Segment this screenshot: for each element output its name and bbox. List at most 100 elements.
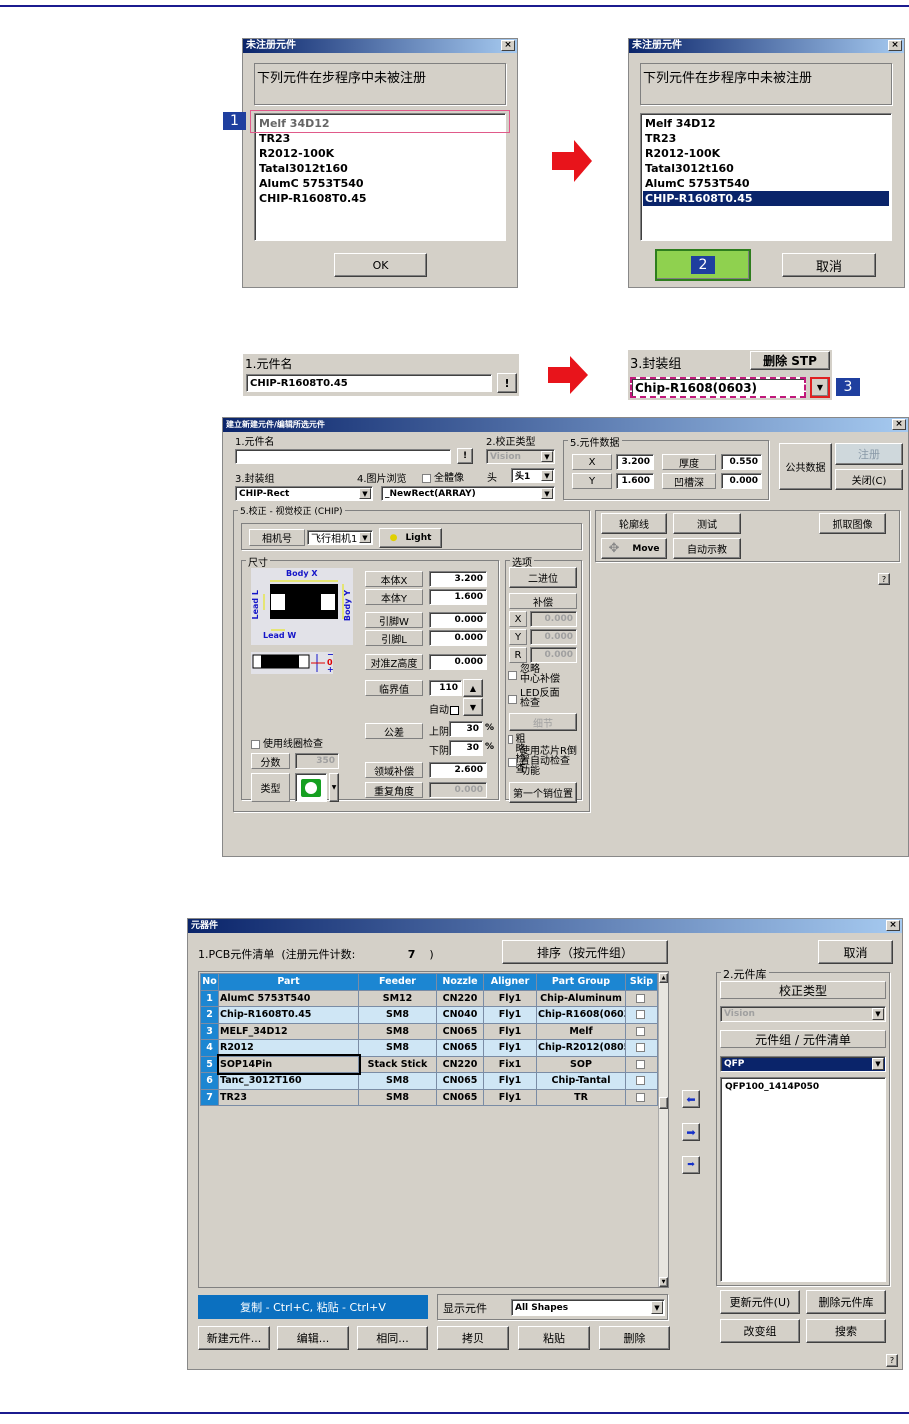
align-type-select[interactable]: Vision ▼	[486, 449, 555, 464]
table-cell[interactable]: Fly1	[483, 1022, 537, 1040]
skip-cell[interactable]	[625, 1072, 658, 1090]
table-cell[interactable]: Stack Stick	[358, 1055, 437, 1073]
skip-checkbox[interactable]	[635, 1076, 645, 1086]
list-item[interactable]: AlumC 5753T540	[257, 176, 503, 191]
search-button[interactable]: 搜索	[806, 1319, 886, 1343]
skip-checkbox[interactable]	[635, 1043, 645, 1053]
change-group-button[interactable]: 改变组	[720, 1319, 800, 1343]
table-row[interactable]: 2 Chip-R1608T0.45 SM8 CN040 Fly1 Chip-R1608(0…	[200, 1006, 658, 1024]
table-cell[interactable]: SM8	[358, 1088, 437, 1106]
dropdown-arrow-icon[interactable]: ▼	[810, 377, 830, 398]
table-cell[interactable]: CN065	[436, 1039, 484, 1057]
list-item[interactable]: CHIP-R1608T0.45	[257, 191, 503, 206]
delete-library-button[interactable]: 删除元件库	[806, 1290, 886, 1314]
picture-select[interactable]: _NewRect(ARRAY) ▼	[381, 486, 555, 501]
double-arrow-right-icon[interactable]: ➡	[682, 1156, 700, 1174]
y-input[interactable]: 1.600	[616, 473, 654, 489]
repeat-angle-input[interactable]: 0.000	[429, 782, 487, 798]
table-cell[interactable]: SM8	[358, 1039, 437, 1057]
table-cell[interactable]: CN040	[436, 1006, 484, 1024]
outline-button[interactable]: 轮廓线	[601, 513, 667, 534]
update-part-button[interactable]: 更新元件(U)	[720, 1290, 800, 1314]
part-name-input[interactable]	[235, 449, 451, 464]
thickness-input[interactable]: 0.550	[721, 454, 762, 470]
table-cell[interactable]: 7	[200, 1088, 219, 1106]
check-button[interactable]: !	[497, 373, 517, 393]
skip-checkbox[interactable]	[635, 993, 645, 1003]
list-item[interactable]: R2012-100K	[643, 146, 889, 161]
column-header[interactable]: Feeder	[358, 973, 437, 991]
light-button[interactable]: ● Light	[379, 528, 442, 548]
action-button[interactable]: 粘贴	[518, 1326, 590, 1350]
sort-button[interactable]: 排序（按元件组）	[502, 940, 668, 964]
table-row[interactable]: 5 SOP14Pin Stack Stick CN220 Fix1 SOP	[200, 1054, 658, 1075]
table-cell[interactable]: Fly1	[483, 1072, 537, 1090]
part-list[interactable]: Melf 34D12 TR23 R2012-100K Tatal3012t160 Alu…	[640, 113, 892, 241]
skip-cell[interactable]	[625, 1006, 658, 1024]
table-cell[interactable]: SM12	[358, 989, 437, 1007]
table-cell[interactable]: 5	[200, 1055, 219, 1073]
table-cell[interactable]: Melf	[536, 1022, 626, 1040]
part-name-input[interactable]: CHIP-R1608T0.45	[246, 374, 492, 392]
table-cell[interactable]: 3	[200, 1022, 219, 1040]
action-button[interactable]: 删除	[599, 1326, 670, 1350]
skip-checkbox[interactable]	[635, 1026, 645, 1036]
arrow-right-icon[interactable]: ➡	[682, 1123, 700, 1141]
list-item[interactable]: Tatal3012t160	[257, 161, 503, 176]
camera-select[interactable]: 飞行相机1 ▼	[307, 530, 373, 545]
skip-cell[interactable]	[625, 1055, 658, 1073]
list-item[interactable]: QFP100_1414P050	[723, 1080, 883, 1095]
table-row[interactable]: 4 R2012 SM8 CN065 Fly1 Chip-R2012(0805)	[200, 1039, 658, 1057]
full-image-checkbox[interactable]: 全體像	[422, 469, 464, 484]
region-comp-input[interactable]: 2.600	[429, 762, 487, 778]
table-cell[interactable]: AlumC 5753T540	[218, 989, 359, 1007]
table-cell[interactable]: Chip-Tantal	[536, 1072, 626, 1090]
first-pin-button[interactable]: 第一个销位置	[509, 782, 577, 803]
table-cell[interactable]: R2012	[218, 1039, 359, 1057]
list-item[interactable]: AlumC 5753T540	[643, 176, 889, 191]
close-icon[interactable]: ×	[886, 920, 900, 931]
package-group-select[interactable]: Chip-R1608(0603)	[630, 377, 806, 398]
table-cell[interactable]: SM8	[358, 1006, 437, 1024]
library-list[interactable]: QFP100_1414P050	[720, 1077, 886, 1282]
column-header[interactable]: Part Group	[536, 973, 626, 991]
register-button[interactable]: 注册	[835, 443, 903, 465]
table-cell[interactable]: Chip-R1608(0603)	[536, 1006, 626, 1024]
auto-checkbox[interactable]: 自动	[429, 701, 462, 716]
test-button[interactable]: 测试	[673, 513, 741, 534]
skip-cell[interactable]	[625, 989, 658, 1007]
help-button[interactable]: ?	[878, 573, 890, 585]
ok-button[interactable]: 2	[655, 249, 751, 281]
value-input[interactable]: 3.200	[429, 571, 487, 587]
close-button[interactable]: 关闭(C)	[835, 469, 903, 490]
increase-icon[interactable]: ▲	[463, 679, 483, 697]
close-icon[interactable]: ×	[892, 419, 906, 430]
list-item[interactable]: Tatal3012t160	[643, 161, 889, 176]
ignore-center-checkbox[interactable]: 忽略 中心补偿	[508, 665, 560, 685]
table-cell[interactable]: 4	[200, 1039, 219, 1057]
value-input[interactable]: 1.600	[429, 589, 487, 605]
table-cell[interactable]: Fly1	[483, 1039, 537, 1057]
coil-check-checkbox[interactable]: 使用线圈检查	[251, 735, 323, 750]
table-cell[interactable]: 6	[200, 1072, 219, 1090]
table-row[interactable]: 3 MELF_34D12 SM8 CN065 Fly1 Melf	[200, 1022, 658, 1040]
head-select[interactable]: 头1 ▼	[511, 468, 555, 483]
close-icon[interactable]: ×	[888, 40, 902, 51]
comp-x-input[interactable]: 0.000	[530, 611, 577, 627]
checkbox[interactable]	[422, 473, 431, 483]
column-header[interactable]: Aligner	[483, 973, 537, 991]
action-button[interactable]: 拷贝	[437, 1326, 509, 1350]
ok-button[interactable]: OK	[334, 253, 427, 277]
action-button[interactable]: 新建元件...	[198, 1326, 270, 1350]
scroll-thumb[interactable]	[659, 1097, 668, 1109]
table-cell[interactable]: SOP	[536, 1055, 626, 1073]
table-cell[interactable]: TR	[536, 1088, 626, 1106]
table-row[interactable]: 6 Tanc_3012T160 SM8 CN065 Fly1 Chip-Tantal	[200, 1072, 658, 1090]
list-item[interactable]: Melf 34D12	[643, 116, 889, 131]
table-row[interactable]: 7 TR23 SM8 CN065 Fly1 TR	[200, 1088, 658, 1106]
list-item[interactable]: R2012-100K	[257, 146, 503, 161]
detail-button[interactable]: 细节	[509, 713, 577, 731]
table-cell[interactable]: CN220	[436, 1055, 484, 1073]
checkbox[interactable]	[508, 735, 513, 744]
table-cell[interactable]: SM8	[358, 1022, 437, 1040]
